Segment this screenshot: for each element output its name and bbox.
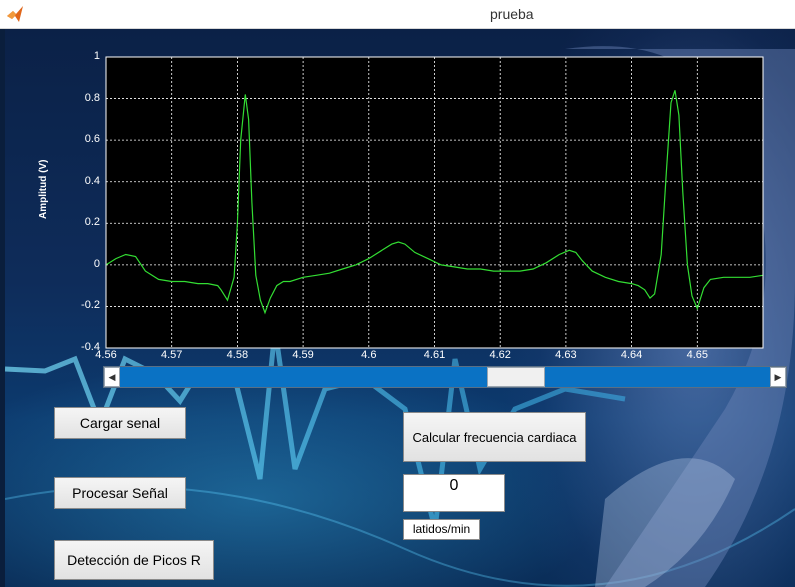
detect-r-peaks-button[interactable]: Detección de Picos R — [54, 540, 214, 580]
figure-window: Amplitud (V) 1 0.8 0.6 0.4 0.2 0 -0.2 -0.4 4.56… — [5, 29, 795, 587]
y-tick-label: 0.2 — [84, 216, 100, 229]
y-tick-label: 0.4 — [84, 174, 100, 187]
x-tick-label: 4.6 — [361, 349, 377, 361]
y-axis-label: Amplitud (V) — [38, 159, 49, 219]
y-tick-label: -0.2 — [81, 299, 100, 312]
x-tick-label: 4.64 — [620, 349, 643, 361]
slider-thumb[interactable] — [487, 367, 546, 387]
heart-rate-output: 0 — [403, 474, 505, 512]
slider-left-arrow[interactable]: ◀ — [104, 367, 120, 387]
x-tick-label: 4.62 — [489, 349, 511, 361]
slider-right-arrow[interactable]: ▶ — [770, 367, 786, 387]
x-tick-label: 4.63 — [555, 349, 577, 361]
x-tick-label: 4.56 — [95, 349, 117, 361]
time-slider[interactable]: ◀ ▶ — [103, 366, 787, 388]
window-title: prueba — [490, 6, 534, 22]
x-tick-label: 4.61 — [423, 349, 446, 361]
y-tick-label: 0.6 — [84, 133, 100, 146]
load-signal-button[interactable]: Cargar senal — [54, 407, 186, 439]
y-tick-label: 0 — [93, 257, 100, 270]
y-tick-label: 0.8 — [84, 91, 100, 104]
heart-rate-unit-label: latidos/min — [403, 519, 480, 540]
x-tick-label: 4.57 — [160, 349, 183, 361]
x-tick-label: 4.65 — [686, 349, 708, 361]
process-signal-button[interactable]: Procesar Señal — [54, 477, 186, 509]
calculate-heart-rate-button[interactable]: Calcular frecuencia cardiaca — [403, 412, 586, 462]
title-bar: prueba — [0, 0, 795, 29]
x-tick-label: 4.58 — [226, 349, 249, 361]
y-tick-label: 1 — [93, 50, 100, 62]
x-tick-label: 4.59 — [292, 349, 314, 361]
ecg-axes — [105, 56, 764, 349]
